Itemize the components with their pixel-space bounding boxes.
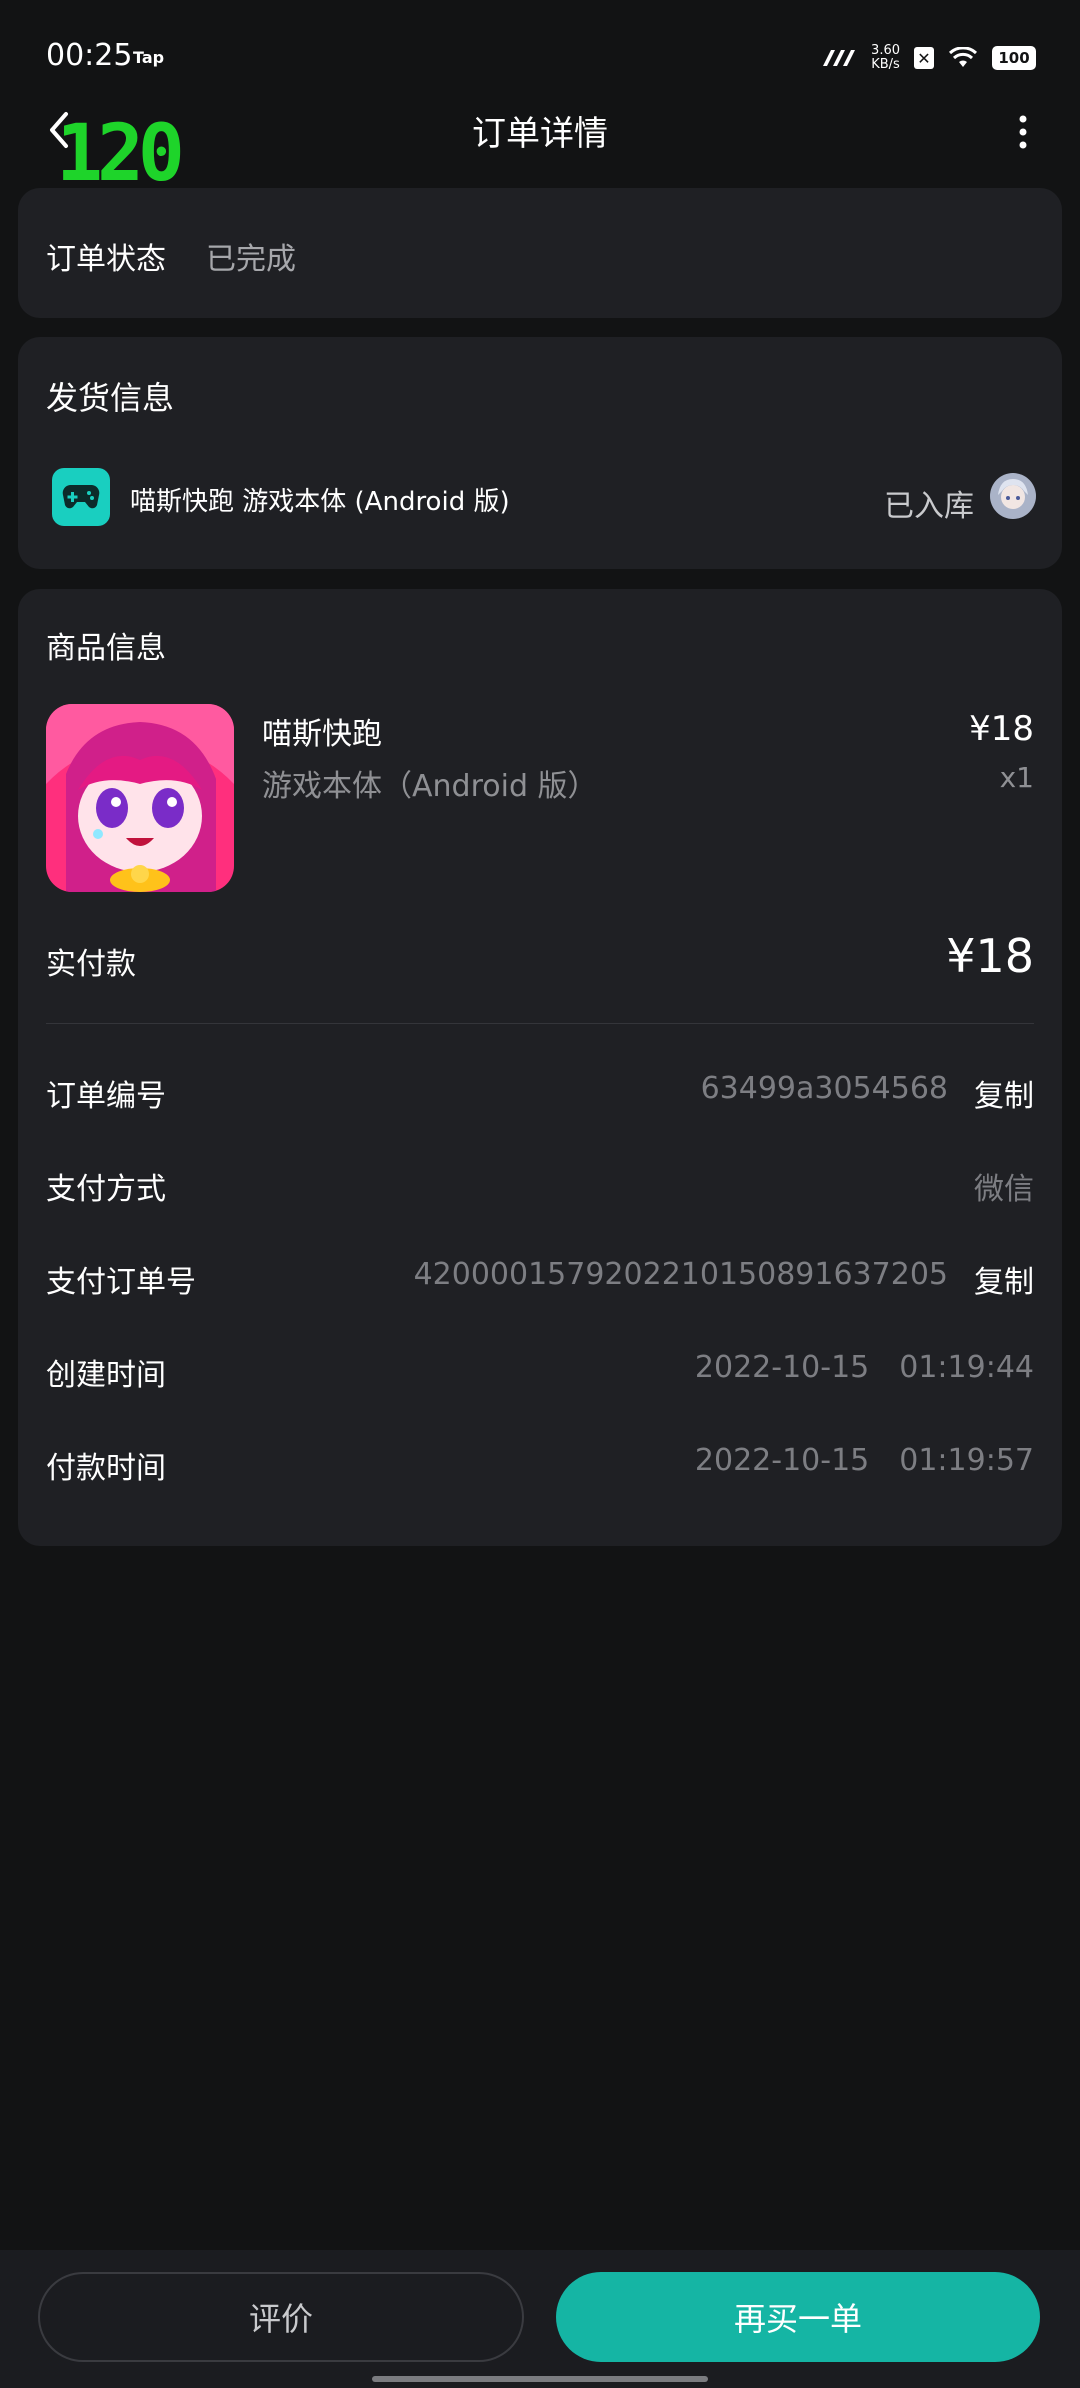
bottom-action-bar: 评价 再买一单 [0,2250,1080,2388]
product-quantity: x1 [999,761,1034,794]
speed-value: 3.60 [871,43,900,58]
order-status-card: 订单状态 已完成 [18,188,1062,318]
copy-payment-order-number-button[interactable]: 复制 [974,1257,1034,1301]
payment-date: 2022-10-15 [694,1443,870,1478]
wifi-icon [948,47,978,67]
order-number-value: 63499a3054568 [700,1071,948,1106]
shipping-title: 发货信息 [46,379,175,417]
paid-amount-label: 实付款 [46,947,136,982]
payment-time-label: 付款时间 [46,1451,166,1486]
product-sku: 游戏本体（Android 版） [262,769,598,804]
copy-order-number-button[interactable]: 复制 [974,1071,1034,1115]
product-name: 喵斯快跑 [262,717,382,752]
more-options-icon[interactable] [1016,114,1030,150]
product-price: ¥18 [969,709,1034,749]
review-button[interactable]: 评价 [38,2272,524,2362]
order-status-value: 已完成 [206,242,296,277]
page-title: 订单详情 [472,114,608,154]
divider [46,1023,1034,1024]
paid-amount-value: ¥18 [946,929,1034,983]
status-icons: 3.60 KB/s ✕ 100 [821,44,1036,72]
created-date: 2022-10-15 [694,1350,870,1385]
x-icon: ✕ [914,47,934,69]
shipping-info-card: 发货信息 喵斯快跑 游戏本体 (Android 版) 已入库 [18,337,1062,569]
network-speed: 3.60 KB/s [871,44,900,72]
signal-icon [823,50,856,66]
created-time-label: 创建时间 [46,1358,166,1393]
product-title: 商品信息 [46,631,166,666]
shipping-item-name[interactable]: 喵斯快跑 游戏本体 (Android 版) [130,481,510,518]
payment-clock: 01:19:57 [899,1443,1034,1478]
created-clock: 01:19:44 [899,1350,1034,1385]
payment-time-value: 2022-10-15 01:19:57 [695,1443,1034,1478]
order-number-label: 订单编号 [46,1079,166,1114]
user-avatar [990,473,1036,519]
payment-method-value: 微信 [974,1172,1034,1207]
payment-order-number-label: 支付订单号 [46,1265,196,1300]
payment-order-number-value: 4200001579202210150891637205 [413,1257,948,1292]
product-image[interactable] [46,704,234,892]
status-bar: 00:25 Tap 3.60 KB/s ✕ 100 [0,0,1080,110]
shipping-status: 已入库 [884,489,974,524]
order-status-label: 订单状态 [46,242,166,277]
tap-app-badge: Tap [133,48,165,67]
header: 120 订单详情 [0,100,1080,193]
battery-icon: 100 [992,46,1036,70]
product-info-card: 商品信息 喵斯快跑 游戏本体（Android 版） ¥18 x1 实付款 ¥18… [18,589,1062,1546]
payment-method-label: 支付方式 [46,1172,166,1207]
speed-unit: KB/s [871,57,900,72]
created-time-value: 2022-10-15 01:19:44 [695,1350,1034,1385]
gamepad-icon [52,468,110,526]
status-time: 00:25 [46,38,133,73]
buy-again-button[interactable]: 再买一单 [556,2272,1040,2362]
home-indicator[interactable] [372,2376,708,2382]
